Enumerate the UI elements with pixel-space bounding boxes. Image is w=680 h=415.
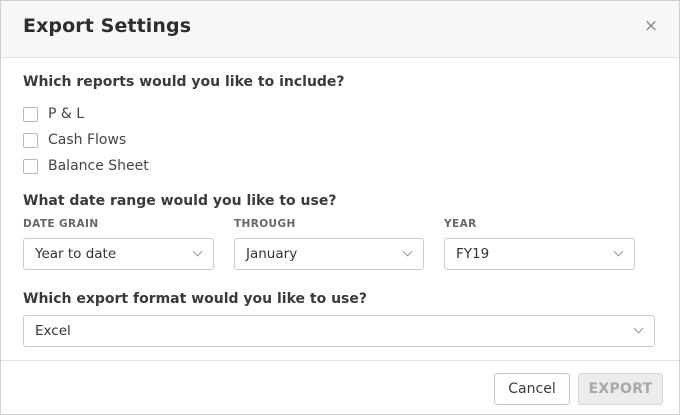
date-grain-select[interactable]: Year to date [23, 238, 214, 270]
chevron-down-icon [633, 323, 644, 334]
export-format-select[interactable]: Excel [23, 315, 655, 347]
dialog-footer: Cancel EXPORT [1, 360, 679, 414]
checkbox-unchecked-icon[interactable] [23, 132, 38, 148]
export-format-value: Excel [35, 323, 71, 339]
cancel-button[interactable]: Cancel [494, 373, 570, 405]
report-option-pnl[interactable]: P & L [23, 105, 84, 123]
through-label: THROUGH [234, 218, 296, 230]
close-icon[interactable]: × [642, 17, 660, 35]
checkbox-unchecked-icon[interactable] [23, 158, 38, 174]
date-grain-label: DATE GRAIN [23, 218, 99, 230]
report-option-cash-flows[interactable]: Cash Flows [23, 131, 126, 149]
export-settings-dialog: Export Settings × Which reports would yo… [0, 0, 680, 415]
report-option-label: P & L [48, 106, 85, 122]
year-select[interactable]: FY19 [444, 238, 635, 270]
chevron-down-icon [613, 246, 624, 257]
chevron-down-icon [192, 246, 203, 257]
dialog-header: Export Settings × [1, 1, 679, 58]
date-grain-value: Year to date [35, 246, 117, 262]
export-button[interactable]: EXPORT [578, 373, 663, 405]
year-label: YEAR [444, 218, 477, 230]
dialog-title: Export Settings [23, 15, 192, 37]
report-option-balance-sheet[interactable]: Balance Sheet [23, 157, 149, 175]
chevron-down-icon [402, 246, 413, 257]
date-range-question: What date range would you like to use? [23, 193, 337, 209]
report-option-label: Balance Sheet [48, 158, 149, 174]
report-option-label: Cash Flows [48, 132, 127, 148]
checkbox-unchecked-icon[interactable] [23, 106, 38, 122]
year-value: FY19 [456, 246, 490, 262]
through-value: January [246, 246, 298, 262]
through-select[interactable]: January [234, 238, 424, 270]
reports-question: Which reports would you like to include? [23, 74, 345, 90]
format-question: Which export format would you like to us… [23, 291, 367, 307]
